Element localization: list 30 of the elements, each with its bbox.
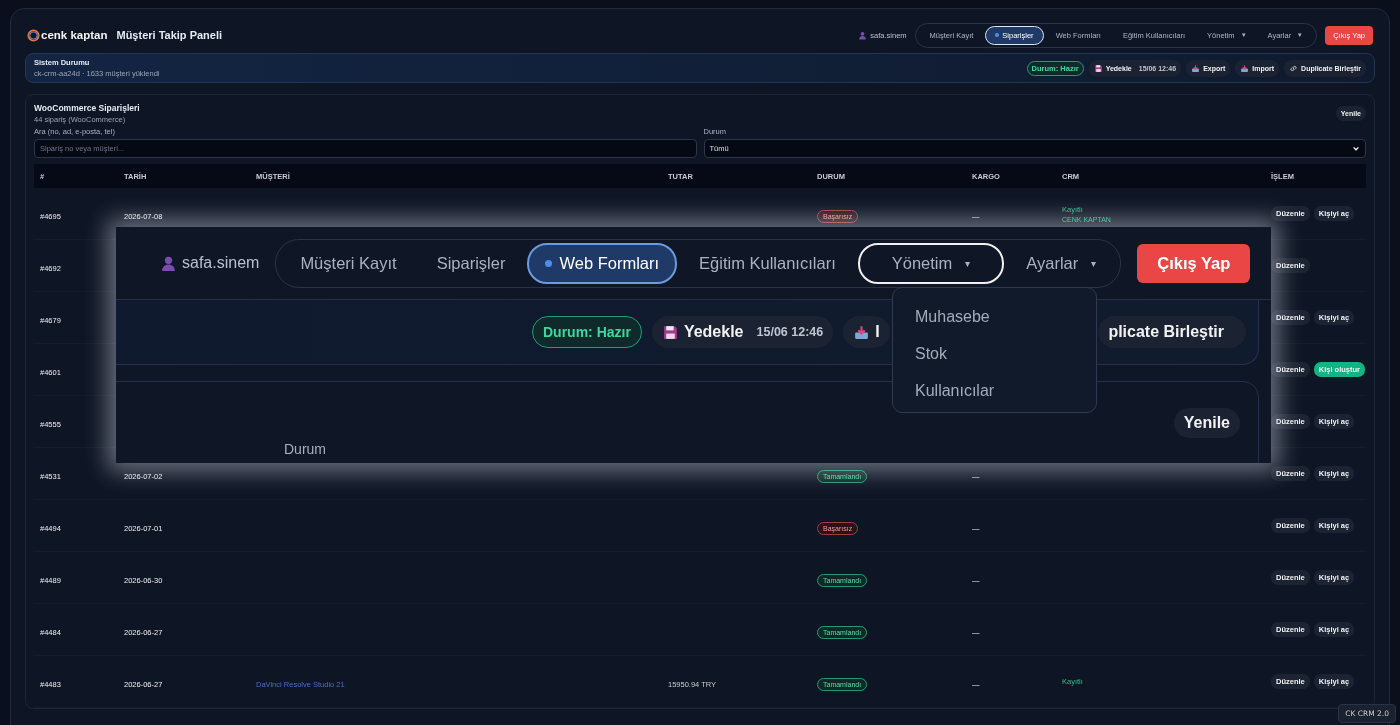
username: safa.sinem (182, 254, 260, 272)
toolbar-button[interactable]: I (843, 316, 890, 348)
nav-tab[interactable]: Ayarlar ▾ (1008, 242, 1115, 284)
inbox-tray-icon (1191, 63, 1201, 73)
nav-tab[interactable]: Eğitim Kullanıcıları (681, 242, 854, 284)
menu-item[interactable]: Muhasebe (903, 300, 1086, 334)
status-badge: Durum: Hazır (532, 316, 642, 348)
nav-tab[interactable]: Web Formları (527, 242, 678, 284)
caret-icon: ▾ (965, 257, 971, 269)
user-icon (160, 254, 177, 272)
logo-ring-icon (27, 28, 40, 42)
toolbar-button[interactable]: plicate Birleştir (1098, 316, 1246, 348)
nav-tab[interactable]: Yönetim ▾ (857, 242, 1005, 284)
logout-button[interactable]: Çıkış Yap (1137, 243, 1251, 283)
refresh-button[interactable]: Yenile (1173, 408, 1240, 438)
app-title: Müşteri Takip Paneli (116, 29, 223, 41)
logo-text: cenk kaptan (41, 29, 108, 41)
toolbar-button[interactable]: Yedekle 15/06 12:46 (651, 316, 834, 348)
nav-tab[interactable]: Siparişler (418, 242, 524, 284)
inbox-tray-icon (1240, 63, 1250, 73)
menu-item[interactable]: Kullanıcılar (903, 374, 1086, 408)
card-title: WooCommerce Siparişleri (34, 103, 140, 113)
menu-item[interactable]: Stok (903, 337, 1086, 371)
chevron-down-icon (1352, 144, 1360, 153)
inbox-tray-icon (853, 323, 871, 341)
field-label: Durum (284, 441, 326, 457)
user-icon (858, 30, 868, 40)
caret-icon: ▾ (1091, 257, 1097, 269)
link-icon (1289, 63, 1299, 73)
nav-tab[interactable]: Müşteri Kayıt (282, 242, 415, 284)
